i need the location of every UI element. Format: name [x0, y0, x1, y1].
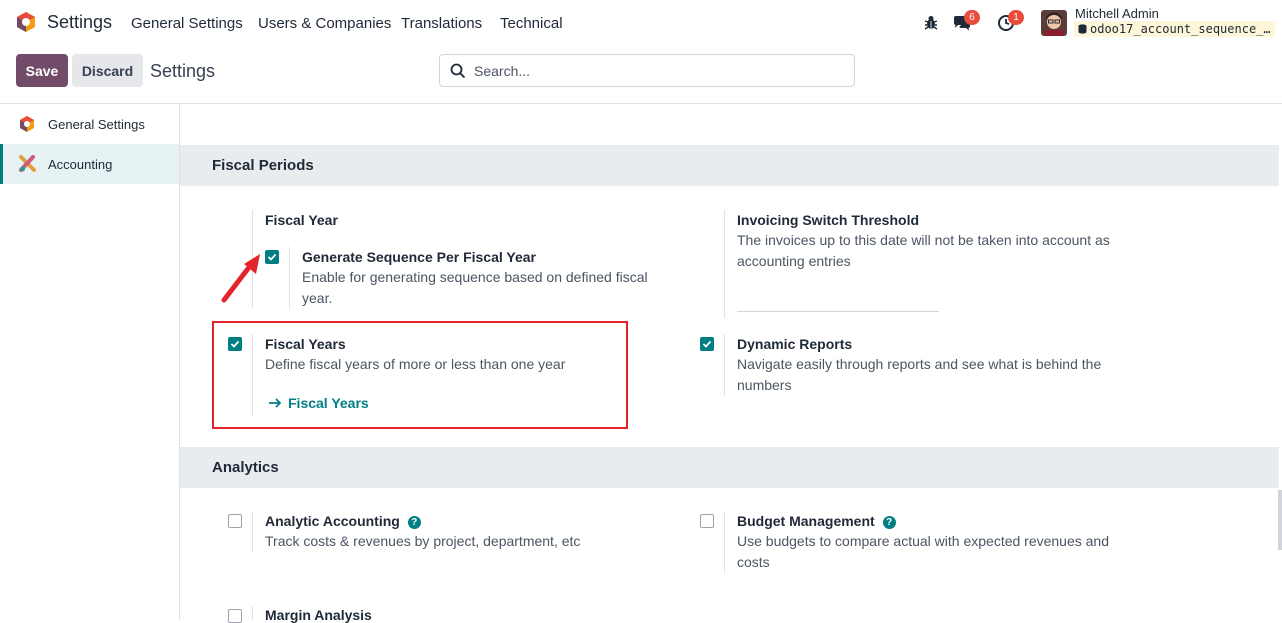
search-icon: [450, 63, 466, 78]
analytic-accounting-label: Analytic Accounting: [265, 513, 400, 529]
fiscal-years-desc: Define fiscal years of more or less than…: [265, 356, 566, 372]
analytic-accounting-title: Analytic Accounting?: [265, 513, 421, 529]
menu-general-settings[interactable]: General Settings: [131, 15, 243, 32]
help-question-icon[interactable]: ?: [407, 516, 421, 529]
setting-divider: [724, 210, 725, 318]
margin-analysis-title: Margin Analysis: [265, 607, 372, 623]
generate-sequence-checkbox[interactable]: [265, 250, 279, 264]
setting-divider: [724, 511, 725, 573]
menu-users-companies[interactable]: Users & Companies: [258, 15, 391, 32]
activities-count-badge: 1: [1008, 10, 1024, 25]
section-fiscal-periods: Fiscal Periods: [180, 145, 1279, 186]
search-bar[interactable]: [439, 54, 855, 87]
debug-bug-icon[interactable]: [921, 13, 941, 33]
app-title[interactable]: Settings: [47, 12, 112, 33]
breadcrumb: Settings: [150, 61, 216, 81]
section-analytics: Analytics: [180, 447, 1279, 488]
check-icon: [702, 340, 712, 348]
scrollbar[interactable]: [1278, 490, 1282, 550]
fiscal-years-title: Fiscal Years: [265, 336, 346, 352]
analytic-accounting-checkbox[interactable]: [228, 514, 242, 528]
database-chip: odoo17_account_sequence_…: [1074, 21, 1275, 37]
check-icon: [267, 253, 277, 261]
invoicing-threshold-title: Invoicing Switch Threshold: [737, 212, 920, 228]
setting-divider: [252, 334, 253, 416]
messages-count-badge: 6: [964, 10, 980, 25]
setting-divider: [289, 247, 290, 309]
check-icon: [230, 340, 240, 348]
settings-sidebar: General Settings Accounting: [0, 104, 180, 620]
dynamic-reports-desc-cont: numbers: [737, 377, 792, 393]
menu-translations[interactable]: Translations: [401, 15, 482, 32]
odoo-logo-icon: [20, 116, 34, 132]
help-question-icon[interactable]: ?: [882, 516, 896, 529]
dynamic-reports-desc: Navigate easily through reports and see …: [737, 356, 1102, 372]
setting-divider: [724, 334, 725, 396]
budget-management-desc-cont: costs: [737, 554, 770, 570]
budget-management-checkbox[interactable]: [700, 514, 714, 528]
dynamic-reports-title: Dynamic Reports: [737, 336, 853, 352]
fiscal-years-link[interactable]: Fiscal Years: [268, 395, 369, 411]
budget-management-label: Budget Management: [737, 513, 875, 529]
threshold-date-input[interactable]: [737, 311, 939, 312]
analytic-accounting-desc: Track costs & revenues by project, depar…: [265, 533, 581, 549]
budget-management-title: Budget Management?: [737, 513, 896, 529]
control-panel-divider: [0, 103, 1282, 104]
search-input[interactable]: [474, 62, 834, 79]
invoicing-threshold-desc: The invoices up to this date will not be…: [737, 232, 1110, 248]
odoo-logo-icon[interactable]: [15, 11, 37, 33]
sidebar-item-general-settings[interactable]: General Settings: [0, 104, 179, 144]
fiscal-years-checkbox[interactable]: [228, 337, 242, 351]
invoicing-threshold-desc-cont: accounting entries: [737, 253, 851, 269]
arrow-right-icon: [269, 398, 282, 408]
budget-management-desc: Use budgets to compare actual with expec…: [737, 533, 1110, 549]
discard-button[interactable]: Discard: [72, 54, 143, 87]
generate-sequence-desc: Enable for generating sequence based on …: [302, 269, 648, 285]
dynamic-reports-checkbox[interactable]: [700, 337, 714, 351]
database-icon: [1078, 24, 1087, 34]
generate-sequence-desc-cont: year.: [302, 290, 333, 306]
setting-divider: [252, 606, 253, 620]
top-navbar: Settings General Settings Users & Compan…: [0, 0, 1282, 46]
sidebar-item-accounting[interactable]: Accounting: [0, 144, 179, 184]
user-avatar[interactable]: [1041, 10, 1067, 36]
user-name[interactable]: Mitchell Admin: [1075, 6, 1159, 21]
menu-technical[interactable]: Technical: [500, 15, 563, 32]
generate-sequence-title: Generate Sequence Per Fiscal Year: [302, 249, 536, 265]
margin-analysis-checkbox[interactable]: [228, 609, 242, 623]
sidebar-item-label: General Settings: [48, 116, 145, 132]
fiscal-year-label: Fiscal Year: [265, 212, 338, 228]
setting-divider: [252, 511, 253, 553]
red-arrow-annotation: [221, 254, 260, 303]
sidebar-item-label: Accounting: [48, 156, 113, 172]
database-name: odoo17_account_sequence_…: [1090, 22, 1271, 36]
save-button[interactable]: Save: [16, 54, 68, 87]
fiscal-years-link-label: Fiscal Years: [288, 395, 369, 411]
accounting-app-icon: [19, 155, 36, 172]
